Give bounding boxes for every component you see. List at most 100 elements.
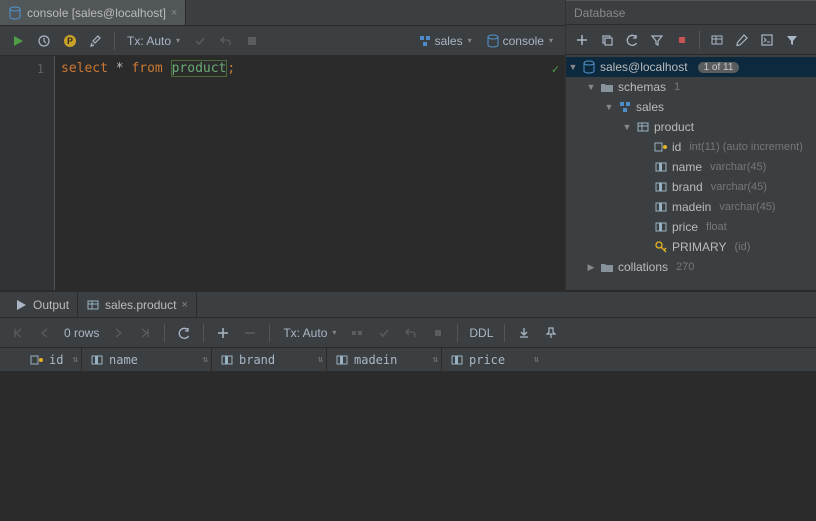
close-icon[interactable]: × bbox=[171, 7, 177, 19]
column-name: madein bbox=[672, 200, 711, 214]
console-button[interactable] bbox=[755, 28, 779, 52]
editor-tab-console[interactable]: console [sales@localhost] × bbox=[0, 0, 186, 25]
tree-count: 270 bbox=[676, 261, 694, 273]
chevron-down-icon: ▼ bbox=[622, 122, 632, 132]
column-header-price[interactable]: price⇅ bbox=[442, 348, 542, 371]
key-icon bbox=[654, 240, 668, 254]
tree-table[interactable]: ▼ product bbox=[566, 117, 816, 137]
tree-label: product bbox=[654, 120, 694, 134]
tree-collations-folder[interactable]: ▶ collations 270 bbox=[566, 257, 816, 277]
svg-text:P: P bbox=[67, 36, 73, 46]
database-toolbar bbox=[566, 25, 816, 55]
tab-label: Output bbox=[33, 298, 69, 312]
toolbar-separator bbox=[114, 32, 115, 50]
schema-context-dropdown[interactable]: sales▾ bbox=[412, 29, 478, 53]
rollback-button bbox=[214, 29, 238, 53]
run-button[interactable] bbox=[6, 29, 30, 53]
tree-schema[interactable]: ▼ sales bbox=[566, 97, 816, 117]
key-column-icon bbox=[30, 353, 44, 367]
table-icon bbox=[86, 298, 100, 312]
database-icon bbox=[582, 60, 596, 74]
pin-button[interactable] bbox=[539, 321, 563, 345]
column-header-madein[interactable]: madein⇅ bbox=[327, 348, 442, 371]
column-name: price bbox=[672, 220, 698, 234]
database-tree: ▼ sales@localhost 1 of 11 ▼ schemas 1 ▼ … bbox=[566, 55, 816, 290]
tree-column[interactable]: name varchar(45) bbox=[566, 157, 816, 177]
column-name: name bbox=[672, 160, 702, 174]
sql-text: ; bbox=[227, 61, 235, 76]
validation-ok-icon: ✓ bbox=[552, 60, 559, 78]
sql-keyword: select bbox=[61, 61, 108, 76]
tree-column[interactable]: madein varchar(45) bbox=[566, 197, 816, 217]
tree-label: sales bbox=[636, 100, 664, 114]
editor-toolbar: P Tx: Auto▾ sales▾ console▾ bbox=[0, 26, 565, 56]
result-table-header: id⇅ name⇅ brand⇅ madein⇅ price⇅ bbox=[0, 348, 816, 372]
filter-button[interactable] bbox=[645, 28, 669, 52]
chevron-down-icon: ▼ bbox=[568, 62, 578, 72]
schema-icon bbox=[418, 34, 432, 48]
folder-icon bbox=[600, 80, 614, 94]
column-icon bbox=[654, 200, 668, 214]
results-toolbar: 0 rows Tx: Auto▾ DDL bbox=[0, 318, 816, 348]
edit-button[interactable] bbox=[730, 28, 754, 52]
editor-tab-bar: console [sales@localhost] × bbox=[0, 0, 565, 26]
result-tab[interactable]: sales.product × bbox=[78, 292, 197, 317]
tx-mode-dropdown[interactable]: Tx: Auto▾ bbox=[121, 29, 186, 53]
sql-identifier: product bbox=[171, 60, 228, 77]
ddl-label[interactable]: DDL bbox=[469, 326, 493, 340]
database-panel: Database ▼ sales@localhost 1 of 11 ▼ bbox=[566, 0, 816, 290]
duplicate-button[interactable] bbox=[595, 28, 619, 52]
table-view-button[interactable] bbox=[705, 28, 729, 52]
view-options-button[interactable] bbox=[780, 28, 804, 52]
sql-editor[interactable]: 1 select * from product; ✓ bbox=[0, 56, 565, 290]
console-context-dropdown[interactable]: console▾ bbox=[480, 29, 559, 53]
tree-column[interactable]: id int(11) (auto increment) bbox=[566, 137, 816, 157]
column-icon bbox=[90, 353, 104, 367]
settings-button[interactable] bbox=[84, 29, 108, 53]
chevron-down-icon: ▼ bbox=[586, 82, 596, 92]
tab-label: sales.product bbox=[105, 298, 176, 312]
sql-text bbox=[163, 61, 171, 76]
editor-code-area[interactable]: select * from product; ✓ bbox=[55, 56, 565, 290]
tree-schemas-folder[interactable]: ▼ schemas 1 bbox=[566, 77, 816, 97]
column-header-brand[interactable]: brand⇅ bbox=[212, 348, 327, 371]
result-grid[interactable] bbox=[0, 372, 816, 521]
column-name: id bbox=[672, 140, 681, 154]
first-page-button bbox=[6, 321, 30, 345]
close-icon[interactable]: × bbox=[181, 299, 187, 311]
column-icon bbox=[654, 160, 668, 174]
editor-gutter: 1 bbox=[0, 56, 55, 290]
toolbar-separator bbox=[269, 324, 270, 342]
run-icon bbox=[14, 298, 28, 312]
refresh-button[interactable] bbox=[620, 28, 644, 52]
column-header-name[interactable]: name⇅ bbox=[82, 348, 212, 371]
add-row-button[interactable] bbox=[211, 321, 235, 345]
tree-column[interactable]: brand varchar(45) bbox=[566, 177, 816, 197]
column-header-id[interactable]: id⇅ bbox=[22, 348, 82, 371]
column-name: brand bbox=[672, 180, 703, 194]
tree-count: 1 bbox=[674, 81, 680, 93]
history-button[interactable] bbox=[32, 29, 56, 53]
tree-datasource[interactable]: ▼ sales@localhost 1 of 11 bbox=[566, 57, 816, 77]
tree-column[interactable]: price float bbox=[566, 217, 816, 237]
remove-row-button bbox=[238, 321, 262, 345]
explain-plan-button[interactable]: P bbox=[58, 29, 82, 53]
column-type: varchar(45) bbox=[711, 181, 767, 193]
output-tab[interactable]: Output bbox=[6, 292, 78, 317]
rows-count: 0 rows bbox=[64, 326, 99, 340]
add-datasource-button[interactable] bbox=[570, 28, 594, 52]
table-icon bbox=[636, 120, 650, 134]
tx-mode-dropdown[interactable]: Tx: Auto▾ bbox=[277, 321, 342, 345]
sql-keyword: from bbox=[131, 61, 162, 76]
column-icon bbox=[654, 220, 668, 234]
column-icon bbox=[450, 353, 464, 367]
prev-page-button bbox=[33, 321, 57, 345]
reload-button[interactable] bbox=[172, 321, 196, 345]
export-button[interactable] bbox=[512, 321, 536, 345]
toolbar-separator bbox=[164, 324, 165, 342]
stop-db-button[interactable] bbox=[670, 28, 694, 52]
stop-button bbox=[240, 29, 264, 53]
chevron-right-icon: ▶ bbox=[586, 262, 596, 273]
database-icon bbox=[8, 6, 22, 20]
tree-primary-key[interactable]: PRIMARY (id) bbox=[566, 237, 816, 257]
